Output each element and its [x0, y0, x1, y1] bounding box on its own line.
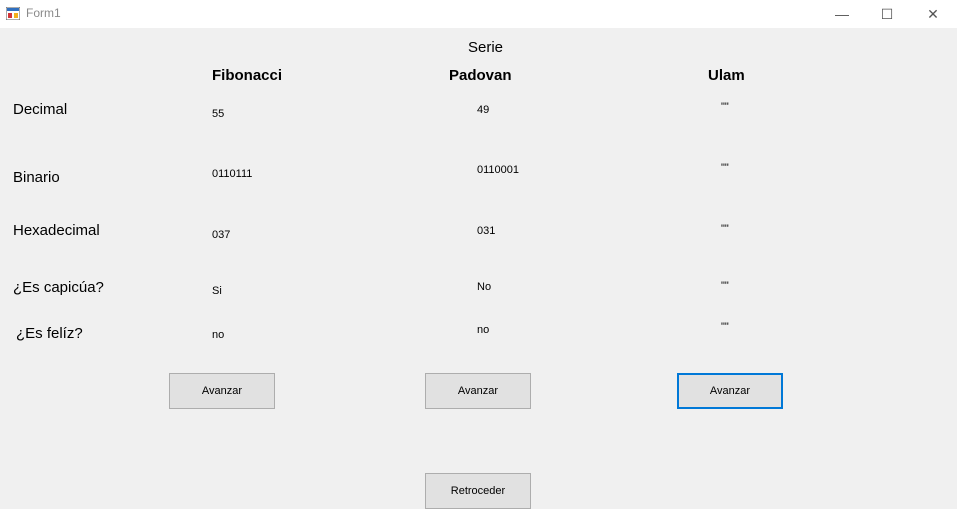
padovan-feliz-value: no: [477, 324, 490, 336]
fibonacci-binary-value: 0110111: [212, 168, 253, 180]
padovan-decimal-value: 49: [477, 104, 490, 116]
app-icon: [6, 7, 20, 20]
fibonacci-feliz-value: no: [212, 329, 225, 341]
row-label-capicua: ¿Es capicúa?: [13, 279, 104, 296]
row-label-feliz: ¿Es felíz?: [16, 325, 83, 342]
maximize-icon: ☐: [880, 6, 894, 22]
ulam-advance-button[interactable]: Avanzar: [677, 373, 783, 409]
fibonacci-hex-value: 037: [212, 229, 231, 241]
window-title: Form1: [26, 6, 61, 20]
ulam-hex-value: "": [721, 223, 729, 235]
padovan-capicua-value: No: [477, 281, 492, 293]
back-button[interactable]: Retroceder: [425, 473, 531, 509]
maximize-button[interactable]: ☐: [864, 0, 910, 28]
row-label-hexadecimal: Hexadecimal: [13, 222, 100, 239]
ulam-decimal-value: "": [721, 101, 729, 113]
fibonacci-advance-button[interactable]: Avanzar: [169, 373, 275, 409]
fibonacci-capicua-value: Si: [212, 285, 222, 297]
close-icon: ✕: [927, 6, 939, 22]
padovan-hex-value: 031: [477, 225, 496, 237]
ulam-capicua-value: "": [721, 280, 729, 292]
padovan-advance-button[interactable]: Avanzar: [425, 373, 531, 409]
title-bar: Form1 — ☐ ✕: [0, 0, 957, 28]
serie-label: Serie: [468, 39, 504, 56]
minimize-button[interactable]: —: [819, 0, 865, 28]
row-label-decimal: Decimal: [13, 101, 68, 118]
ulam-feliz-value: "": [721, 321, 729, 333]
row-label-binario: Binario: [13, 169, 60, 186]
column-padovan: Padovan: [449, 67, 512, 84]
column-ulam: Ulam: [708, 67, 745, 84]
close-button[interactable]: ✕: [910, 0, 956, 28]
ulam-binary-value: "": [721, 162, 729, 174]
minimize-icon: —: [835, 6, 849, 22]
fibonacci-decimal-value: 55: [212, 108, 225, 120]
column-fibonacci: Fibonacci: [212, 67, 283, 84]
padovan-binary-value: 0110001: [477, 164, 520, 176]
